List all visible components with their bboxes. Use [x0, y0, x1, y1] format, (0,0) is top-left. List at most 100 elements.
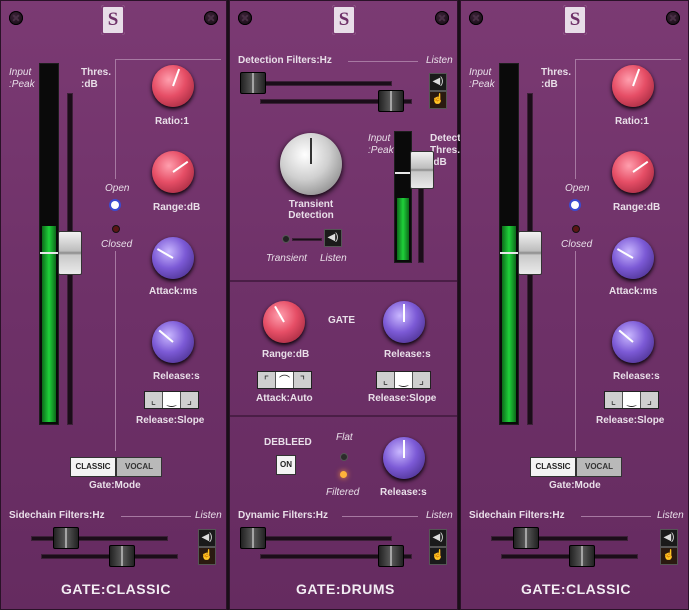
divider-line: [115, 251, 116, 451]
attack-label: Attack:ms: [609, 286, 658, 297]
slope-option-3[interactable]: ⌟: [641, 392, 658, 408]
mode-classic-button[interactable]: CLASSIC: [70, 457, 116, 477]
gate-drums-panel: S Detection Filters:Hz Listen ◀) ☝ Trans…: [229, 0, 461, 610]
gate-classic-panel-left: S Input :Peak Thres. :dB Ratio:1 Range:d…: [0, 0, 227, 610]
mode-vocal-button[interactable]: VOCAL: [576, 457, 622, 477]
slope-option-2[interactable]: ‿: [395, 372, 413, 388]
listen-label: Listen: [426, 55, 453, 66]
hand-icon[interactable]: ☝: [660, 547, 678, 565]
gate-mode-label: Gate:Mode: [549, 480, 601, 491]
hpf-fader[interactable]: [53, 527, 79, 549]
input-sub-label: :Peak: [9, 79, 35, 90]
slope-option-1[interactable]: ⌞: [377, 372, 395, 388]
gate-release-knob[interactable]: [383, 301, 425, 343]
speaker-icon[interactable]: ◀): [429, 529, 447, 547]
release-label: Release:s: [384, 349, 431, 360]
sidechain-filters-label: Sidechain Filters:Hz: [9, 510, 105, 521]
divider-line: [115, 59, 221, 60]
mode-vocal-button[interactable]: VOCAL: [116, 457, 162, 477]
listen-label: Listen: [657, 510, 684, 521]
release-slope-label: Release:Slope: [136, 415, 205, 426]
attack-option-1[interactable]: ⌜: [258, 372, 276, 388]
release-slope-selector[interactable]: ⌞ ‿ ⌟: [604, 391, 659, 409]
meter-fill: [42, 226, 56, 422]
thres-label: Thres.: [81, 67, 112, 78]
debleed-release-knob[interactable]: [383, 437, 425, 479]
input-meter: [39, 63, 59, 425]
gate-range-knob[interactable]: [263, 301, 305, 343]
logo-icon: S: [332, 5, 356, 35]
transient-led: [282, 235, 290, 243]
input-label: Input: [469, 67, 492, 78]
threshold-fader[interactable]: [58, 231, 82, 275]
release-knob[interactable]: [152, 321, 194, 363]
speaker-icon[interactable]: ◀): [324, 229, 342, 247]
slope-option-2[interactable]: ‿: [623, 392, 641, 408]
detection-lpf-fader[interactable]: [378, 90, 404, 112]
flat-led: [340, 453, 348, 461]
attack-option-2[interactable]: ⌒: [276, 372, 294, 388]
open-label: Open: [565, 183, 590, 194]
screw-icon: [469, 11, 483, 25]
dynamic-hpf-fader[interactable]: [240, 527, 266, 549]
speaker-icon[interactable]: ◀): [429, 73, 447, 91]
divider-line: [115, 59, 116, 179]
transient-label: Transient: [266, 253, 307, 264]
meter-threshold-mark: [500, 252, 518, 254]
input-sub-label: :Peak: [469, 79, 495, 90]
range-knob[interactable]: [152, 151, 194, 193]
release-label: Release:s: [613, 371, 660, 382]
lpf-fader[interactable]: [569, 545, 595, 567]
hpf-track: [31, 536, 168, 541]
dynamic-filters-label: Dynamic Filters:Hz: [238, 510, 329, 521]
release-slope-label: Release:Slope: [596, 415, 665, 426]
slope-option-1[interactable]: ⌞: [145, 392, 163, 408]
listen-label: Listen: [426, 510, 453, 521]
slope-option-3[interactable]: ⌟: [413, 372, 430, 388]
lpf-fader[interactable]: [109, 545, 135, 567]
mode-classic-button[interactable]: CLASSIC: [530, 457, 576, 477]
release-slope-label: Release:Slope: [368, 393, 437, 404]
hpf-track: [491, 536, 628, 541]
hand-icon[interactable]: ☝: [429, 91, 447, 109]
release-slope-selector[interactable]: ⌞ ‿ ⌟: [376, 371, 431, 389]
screw-icon: [666, 11, 680, 25]
divider-line: [342, 516, 418, 517]
attack-knob[interactable]: [612, 237, 654, 279]
release-label: Release:s: [153, 371, 200, 382]
speaker-icon[interactable]: ◀): [198, 529, 216, 547]
closed-led: [572, 225, 580, 233]
screw-icon: [238, 11, 252, 25]
release-slope-selector[interactable]: ⌞ ‿ ⌟: [144, 391, 199, 409]
attack-label: Attack:ms: [149, 286, 198, 297]
attack-option-3[interactable]: ⌝: [294, 372, 311, 388]
plugin-title: GATE:CLASSIC: [521, 581, 631, 597]
detection-hpf-fader[interactable]: [240, 72, 266, 94]
divider-line: [575, 251, 576, 451]
hpf-fader[interactable]: [513, 527, 539, 549]
speaker-icon[interactable]: ◀): [660, 529, 678, 547]
threshold-fader[interactable]: [518, 231, 542, 275]
slope-option-1[interactable]: ⌞: [605, 392, 623, 408]
ratio-knob[interactable]: [612, 65, 654, 107]
debleed-on-button[interactable]: ON: [276, 455, 296, 475]
range-knob[interactable]: [612, 151, 654, 193]
dynamic-lpf-fader[interactable]: [378, 545, 404, 567]
range-label: Range:dB: [153, 202, 201, 213]
open-label: Open: [105, 183, 130, 194]
hand-icon[interactable]: ☝: [198, 547, 216, 565]
release-knob[interactable]: [612, 321, 654, 363]
gate-label: GATE: [328, 315, 356, 326]
detect-threshold-fader[interactable]: [410, 151, 434, 189]
transient-detection-knob[interactable]: [280, 133, 342, 195]
attack-knob[interactable]: [152, 237, 194, 279]
hand-icon[interactable]: ☝: [429, 547, 447, 565]
detect-meter: [394, 131, 412, 263]
ratio-knob[interactable]: [152, 65, 194, 107]
slope-option-3[interactable]: ⌟: [181, 392, 198, 408]
attack-auto-selector[interactable]: ⌜ ⌒ ⌝: [257, 371, 312, 389]
section-separator: [230, 415, 457, 417]
release-label: Release:s: [380, 487, 427, 498]
range-label: Range:dB: [613, 202, 661, 213]
slope-option-2[interactable]: ‿: [163, 392, 181, 408]
